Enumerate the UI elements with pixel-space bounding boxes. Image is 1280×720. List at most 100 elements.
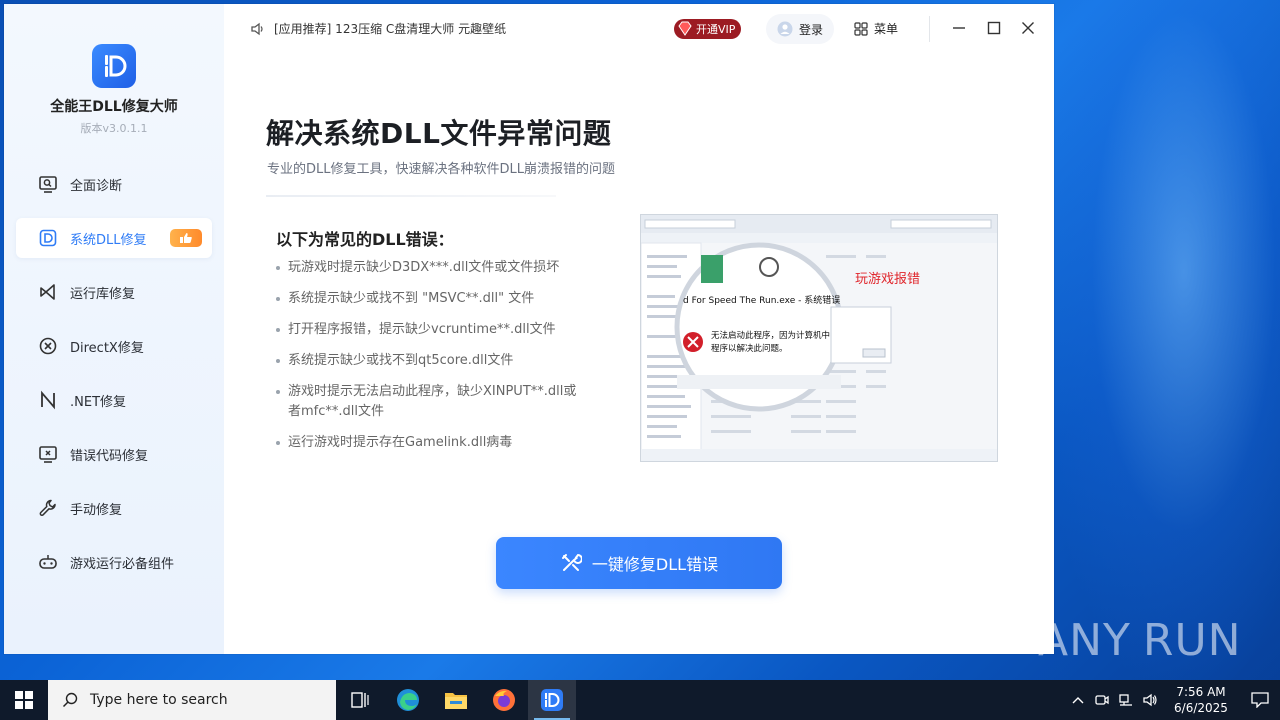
edge-icon <box>397 689 419 711</box>
cta-label: 一键修复DLL错误 <box>591 555 719 574</box>
app-recommend-ticker[interactable]: [应用推荐] 123压缩 C盘清理大师 元趣壁纸 <box>250 20 506 37</box>
sidebar-item-game-components[interactable]: 游戏运行必备组件 <box>16 542 212 582</box>
app-window: 全能王DLL修复大师 版本v3.0.1.1 全面诊断 系统DLL修复 运行库修复… <box>4 4 1054 654</box>
taskbar-firefox[interactable] <box>480 680 528 720</box>
monitor-search-icon <box>38 174 58 194</box>
clock-time: 7:56 AM <box>1176 685 1226 699</box>
error-list: 玩游戏时提示缺少D3DX***.dll文件或文件损坏 系统提示缺少或找不到 "M… <box>276 258 586 464</box>
windows-taskbar: Type here to search 7:56 AM 6/6/2025 <box>0 680 1280 720</box>
svg-text:无法启动此程序，因为计算机中丢: 无法启动此程序，因为计算机中丢 <box>711 330 839 341</box>
sidebar-item-manual[interactable]: 手动修复 <box>16 488 212 528</box>
sidebar-item-directx[interactable]: DirectX修复 <box>16 326 212 366</box>
list-item: 系统提示缺少或找不到 "MSVC**.dll" 文件 <box>276 289 586 309</box>
tray-overflow-button[interactable] <box>1066 680 1090 720</box>
vip-button[interactable]: 开通VIP <box>674 19 742 39</box>
login-button[interactable]: 登录 <box>766 14 834 44</box>
sidebar-item-label: 运行库修复 <box>70 286 136 302</box>
diamond-icon <box>678 21 692 36</box>
close-icon <box>1022 22 1034 34</box>
monitor-error-icon <box>38 444 58 464</box>
one-click-repair-button[interactable]: 一键修复DLL错误 <box>496 537 782 589</box>
grid-menu-icon <box>854 21 868 36</box>
title-divider <box>266 195 556 197</box>
sidebar-item-runtime[interactable]: 运行库修复 <box>16 272 212 312</box>
list-item: 系统提示缺少或找不到qt5core.dll文件 <box>276 351 586 371</box>
start-button[interactable] <box>0 680 48 720</box>
page-subtitle: 专业的DLL修复工具，快速解决各种软件DLL崩溃报错的问题 <box>267 162 615 177</box>
notification-icon <box>1251 692 1269 708</box>
volume-icon <box>1143 693 1157 707</box>
minimize-icon <box>953 27 965 29</box>
clock-date: 6/6/2025 <box>1174 701 1228 715</box>
task-view-button[interactable] <box>336 680 384 720</box>
taskbar-file-explorer[interactable] <box>432 680 480 720</box>
close-button[interactable] <box>1018 18 1038 38</box>
speaker-icon <box>251 22 263 35</box>
dll-app-icon <box>541 689 563 711</box>
network-icon <box>1119 694 1132 706</box>
vip-label: 开通VIP <box>696 23 736 36</box>
firefox-icon <box>493 689 515 711</box>
taskbar-dll-repair-app[interactable] <box>528 680 576 720</box>
sidebar-item-label: 全面诊断 <box>70 178 123 194</box>
menu-button[interactable]: 菜单 <box>854 20 898 37</box>
gamepad-icon <box>38 552 58 572</box>
explorer-error-illustration: d For Speed The Run.exe - 系统错误 无法启动此程序，因… <box>641 215 997 461</box>
sidebar-nav: 全面诊断 系统DLL修复 运行库修复 DirectX修复 .NET修复 错误代码… <box>16 164 212 596</box>
sidebar-item-label: 系统DLL修复 <box>70 232 147 248</box>
app-logo <box>92 44 136 88</box>
thumbs-up-badge <box>170 229 202 247</box>
list-item: 打开程序报错，提示缺少vcruntime**.dll文件 <box>276 320 586 340</box>
desktop-glow <box>1040 0 1280 680</box>
taskbar-clock[interactable]: 7:56 AM 6/6/2025 <box>1162 684 1240 716</box>
tray-network-button[interactable] <box>1114 680 1138 720</box>
directx-icon <box>38 336 58 356</box>
camera-icon <box>1095 695 1109 705</box>
maximize-icon <box>987 21 1001 35</box>
app-name: 全能王DLL修复大师 <box>50 99 178 115</box>
tray-meet-button[interactable] <box>1090 680 1114 720</box>
page-title: 解决系统DLL文件异常问题 <box>266 117 612 150</box>
search-icon <box>62 692 78 708</box>
taskbar-edge[interactable] <box>384 680 432 720</box>
tools-icon <box>561 553 582 571</box>
system-tray: 7:56 AM 6/6/2025 <box>1066 680 1280 720</box>
action-center-button[interactable] <box>1240 680 1280 720</box>
sidebar-item-label: 游戏运行必备组件 <box>70 556 175 572</box>
logo-icon <box>105 55 127 77</box>
sidebar-item-label: .NET修复 <box>70 394 127 410</box>
list-item: 游戏时提示无法启动此程序，缺少XINPUT**.dll或者mfc**.dll文件 <box>276 382 586 422</box>
dialog-title-text: d For Speed The Run.exe - 系统错误 <box>683 294 840 306</box>
thumbs-up-icon <box>180 233 192 243</box>
sidebar-item-full-diagnosis[interactable]: 全面诊断 <box>16 164 212 204</box>
topbar-divider <box>929 16 930 42</box>
sidebar-item-dotnet[interactable]: .NET修复 <box>16 380 212 420</box>
sidebar-item-label: 手动修复 <box>70 502 123 518</box>
vs-runtime-icon <box>38 282 58 302</box>
search-placeholder: Type here to search <box>90 692 228 708</box>
topbar: [应用推荐] 123压缩 C盘清理大师 元趣壁纸 开通VIP 登录 菜单 <box>224 4 1054 54</box>
task-view-icon <box>351 692 369 708</box>
maximize-button[interactable] <box>984 18 1004 38</box>
main-content: 解决系统DLL文件异常问题 专业的DLL修复工具，快速解决各种软件DLL崩溃报错… <box>224 54 1054 654</box>
ticker-text: [应用推荐] 123压缩 C盘清理大师 元趣壁纸 <box>274 22 507 36</box>
folder-icon <box>445 693 467 709</box>
error-example-screenshot: d For Speed The Run.exe - 系统错误 无法启动此程序，因… <box>640 214 998 462</box>
sidebar-item-label: DirectX修复 <box>70 340 144 356</box>
menu-label: 菜单 <box>874 22 899 36</box>
taskbar-search-box[interactable]: Type here to search <box>48 680 336 720</box>
svg-text:程序以解决此问题。: 程序以解决此问题。 <box>711 343 788 354</box>
error-list-title: 以下为常见的DLL错误： <box>276 230 454 249</box>
wrench-icon <box>38 498 58 518</box>
dll-icon <box>38 228 58 248</box>
app-version: 版本v3.0.1.1 <box>80 122 148 135</box>
sidebar-item-system-dll[interactable]: 系统DLL修复 <box>16 218 212 258</box>
windows-logo-icon <box>15 691 33 709</box>
sidebar-item-error-code[interactable]: 错误代码修复 <box>16 434 212 474</box>
anyrun-watermark: ANY RUN <box>1038 614 1242 666</box>
dotnet-icon <box>38 390 58 410</box>
sidebar: 全能王DLL修复大师 版本v3.0.1.1 全面诊断 系统DLL修复 运行库修复… <box>4 4 224 654</box>
minimize-button[interactable] <box>949 18 969 38</box>
list-item: 运行游戏时提示存在Gamelink.dll病毒 <box>276 433 586 453</box>
tray-volume-button[interactable] <box>1138 680 1162 720</box>
